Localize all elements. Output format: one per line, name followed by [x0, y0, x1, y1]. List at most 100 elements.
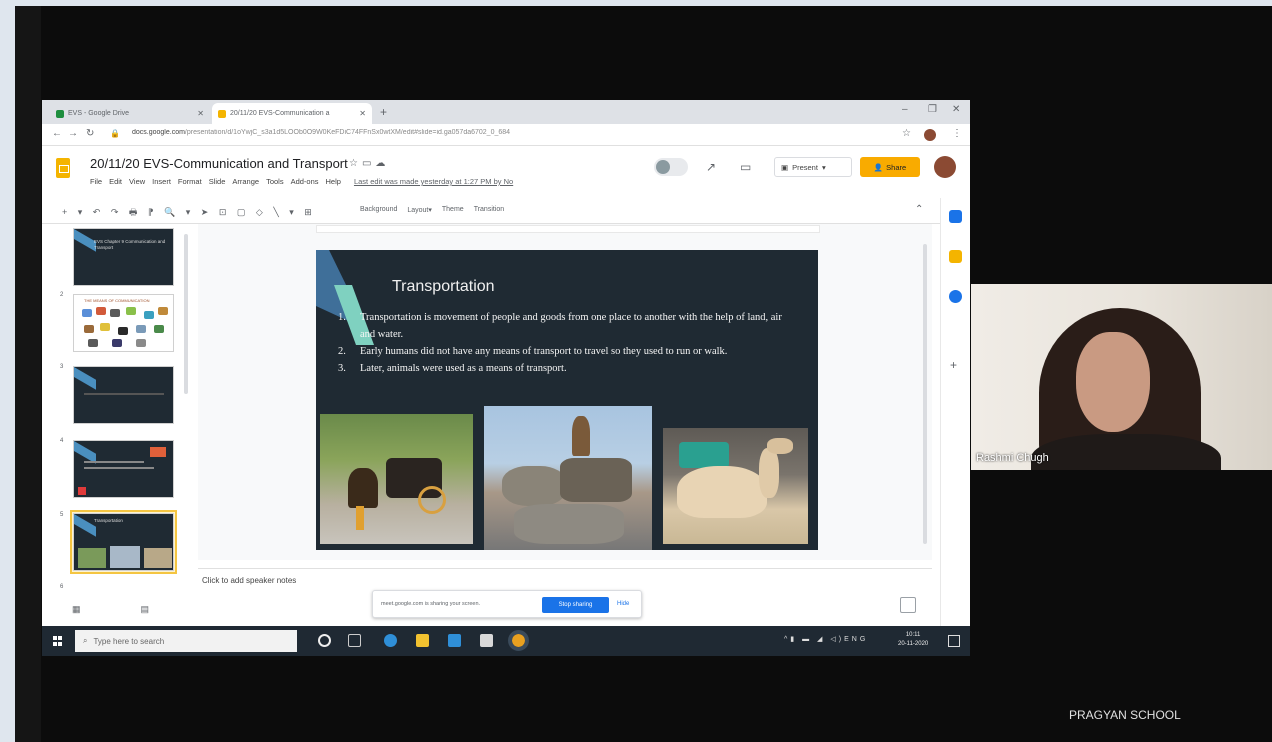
- list-item: 2. Early humans did not have any means of…: [338, 343, 788, 360]
- tab-slides-presentation[interactable]: 20/11/20 EVS-Communication a ✕: [212, 103, 372, 124]
- person-icon: 👤: [873, 162, 884, 172]
- chrome-icon[interactable]: [508, 630, 529, 651]
- tab-google-drive[interactable]: EVS - Google Drive ✕: [50, 103, 210, 124]
- theme-button[interactable]: Theme: [442, 206, 464, 214]
- url-host: docs.google.com: [132, 129, 185, 136]
- toolbar-tool-icons[interactable]: + ▾ ↶ ↷ 🖶 ⁋ 🔍 ▾ ➤ ⊡ ▢ ◇ ╲ ▾ ⊞: [62, 205, 316, 221]
- menu-format[interactable]: Format: [178, 177, 202, 186]
- lock-icon: 🔒: [110, 129, 120, 138]
- participant-face: [1076, 332, 1150, 432]
- toolbar-labels: Background Layout▾ Theme Transition: [360, 206, 504, 214]
- url-path: /presentation/d/1oYwjC_s3a1d5LOOb0O9W0Ke…: [184, 129, 511, 136]
- slide-thumbnail-4[interactable]: [73, 440, 174, 498]
- stop-sharing-button[interactable]: Stop sharing: [542, 597, 609, 613]
- mail-icon[interactable]: [448, 634, 461, 647]
- comments-icon[interactable]: ▭: [740, 160, 751, 174]
- camel-body-shape: [677, 466, 767, 518]
- star-icon[interactable]: ☆: [349, 158, 362, 169]
- cloud-status-icon: ☁: [375, 158, 390, 169]
- editor-scrollbar[interactable]: [923, 244, 927, 544]
- thumb-text: EVS Chapter 9 Communication and Transpor…: [94, 239, 166, 250]
- transition-button[interactable]: Transition: [474, 206, 504, 214]
- menu-edit[interactable]: Edit: [109, 177, 122, 186]
- document-title[interactable]: 20/11/20 EVS-Communication and Transport: [90, 156, 348, 171]
- task-view-icon[interactable]: [348, 634, 361, 647]
- close-icon[interactable]: ✕: [359, 109, 366, 118]
- list-view-icon[interactable]: ▤: [141, 604, 210, 614]
- forward-icon[interactable]: →: [68, 128, 78, 139]
- taskbar-search-box[interactable]: ⌕ Type here to search: [75, 630, 297, 652]
- present-button[interactable]: ▣ Present ▾: [774, 157, 852, 177]
- side-panel: + ›: [940, 198, 970, 628]
- url-field[interactable]: docs.google.com/presentation/d/1oYwjC_s3…: [132, 129, 912, 142]
- horizontal-ruler: [316, 225, 820, 233]
- menu-arrange[interactable]: Arrange: [232, 177, 259, 186]
- tab-label: EVS - Google Drive: [68, 110, 130, 117]
- menu-tools[interactable]: Tools: [266, 177, 284, 186]
- add-addon-icon[interactable]: +: [950, 358, 957, 372]
- speaker-notes-field[interactable]: Click to add speaker notes: [202, 576, 296, 585]
- keep-icon[interactable]: [949, 250, 962, 263]
- slide-thumbnail-3[interactable]: [73, 366, 174, 424]
- layout-button[interactable]: Layout▾: [407, 206, 432, 214]
- participant-video-tile[interactable]: [971, 284, 1272, 470]
- activity-trend-icon[interactable]: ↗: [706, 160, 716, 174]
- camel-photo[interactable]: [663, 428, 808, 544]
- back-icon[interactable]: ←: [52, 128, 62, 139]
- menu-file[interactable]: File: [90, 177, 102, 186]
- horse-carriage-photo[interactable]: [320, 414, 473, 544]
- account-avatar[interactable]: [934, 156, 956, 178]
- collaborator-avatars[interactable]: [654, 158, 688, 176]
- system-tray[interactable]: ^▮ ▬ ◢ ◁)ENG: [784, 635, 868, 643]
- store-icon[interactable]: [480, 634, 493, 647]
- tray-status-icons[interactable]: ▮ ▬ ◢ ◁): [790, 636, 844, 643]
- file-explorer-icon[interactable]: [416, 634, 429, 647]
- hide-banner-button[interactable]: Hide: [617, 601, 629, 607]
- background-button[interactable]: Background: [360, 206, 397, 214]
- maximize-icon[interactable]: ❐: [928, 104, 937, 115]
- window-close-icon[interactable]: ✕: [952, 104, 960, 115]
- menu-view[interactable]: View: [129, 177, 145, 186]
- move-folder-icon[interactable]: ▭: [362, 158, 375, 169]
- slide-thumbnail-5[interactable]: Transportation: [73, 513, 174, 571]
- grid-view-icon[interactable]: ▦: [72, 604, 141, 614]
- share-button[interactable]: 👤 Share: [860, 157, 920, 177]
- kebab-menu-icon[interactable]: ⋮: [952, 128, 962, 139]
- close-icon[interactable]: ✕: [197, 109, 204, 118]
- new-tab-icon[interactable]: +: [380, 105, 387, 119]
- slide-thumbnail-2[interactable]: THE MEANS OF COMMUNICATION: [73, 294, 174, 352]
- slide-thumbnail-1[interactable]: EVS Chapter 9 Communication and Transpor…: [73, 228, 174, 286]
- cart-shape: [560, 458, 632, 502]
- slide-body-list[interactable]: 1. Transportation is movement of people a…: [338, 309, 788, 377]
- menu-insert[interactable]: Insert: [152, 177, 171, 186]
- bookmark-star-icon[interactable]: ☆: [902, 128, 911, 139]
- bullock-cart-photo[interactable]: [484, 406, 652, 550]
- tasks-icon[interactable]: [949, 290, 962, 303]
- edge-icon[interactable]: [384, 634, 397, 647]
- action-center-icon[interactable]: [948, 635, 960, 647]
- explore-icon[interactable]: [900, 597, 916, 613]
- menu-slide[interactable]: Slide: [209, 177, 226, 186]
- input-language[interactable]: ENG: [844, 636, 868, 643]
- thumb-image: [100, 323, 110, 331]
- windows-taskbar: ⌕ Type here to search ^▮ ▬ ◢ ◁)ENG 10:11…: [42, 626, 970, 656]
- last-edit-link[interactable]: Last edit was made yesterday at 1:27 PM …: [354, 177, 513, 186]
- slides-logo-icon[interactable]: [56, 158, 70, 178]
- minimize-icon[interactable]: –: [902, 104, 908, 115]
- collapse-menus-icon[interactable]: ⌃: [915, 204, 923, 215]
- profile-avatar[interactable]: [924, 129, 936, 141]
- cortana-icon[interactable]: [318, 634, 331, 647]
- chevron-down-icon[interactable]: ▾: [822, 163, 826, 172]
- thumb-image: [78, 548, 106, 568]
- filmstrip-scrollbar[interactable]: [184, 234, 188, 394]
- calendar-icon[interactable]: [949, 210, 962, 223]
- thumb-accent: [74, 367, 96, 390]
- reload-icon[interactable]: ↻: [86, 128, 94, 139]
- editing-toolbar: + ▾ ↶ ↷ 🖶 ⁋ 🔍 ▾ ➤ ⊡ ▢ ◇ ╲ ▾ ⊞ Background…: [42, 198, 970, 224]
- windows-start-icon[interactable]: [53, 636, 63, 646]
- menu-addons[interactable]: Add-ons: [291, 177, 319, 186]
- current-slide[interactable]: Transportation 1. Transportation is movem…: [316, 250, 818, 550]
- taskbar-clock[interactable]: 10:11 20-11-2020: [898, 631, 928, 649]
- menu-help[interactable]: Help: [326, 177, 341, 186]
- slide-title[interactable]: Transportation: [392, 278, 495, 296]
